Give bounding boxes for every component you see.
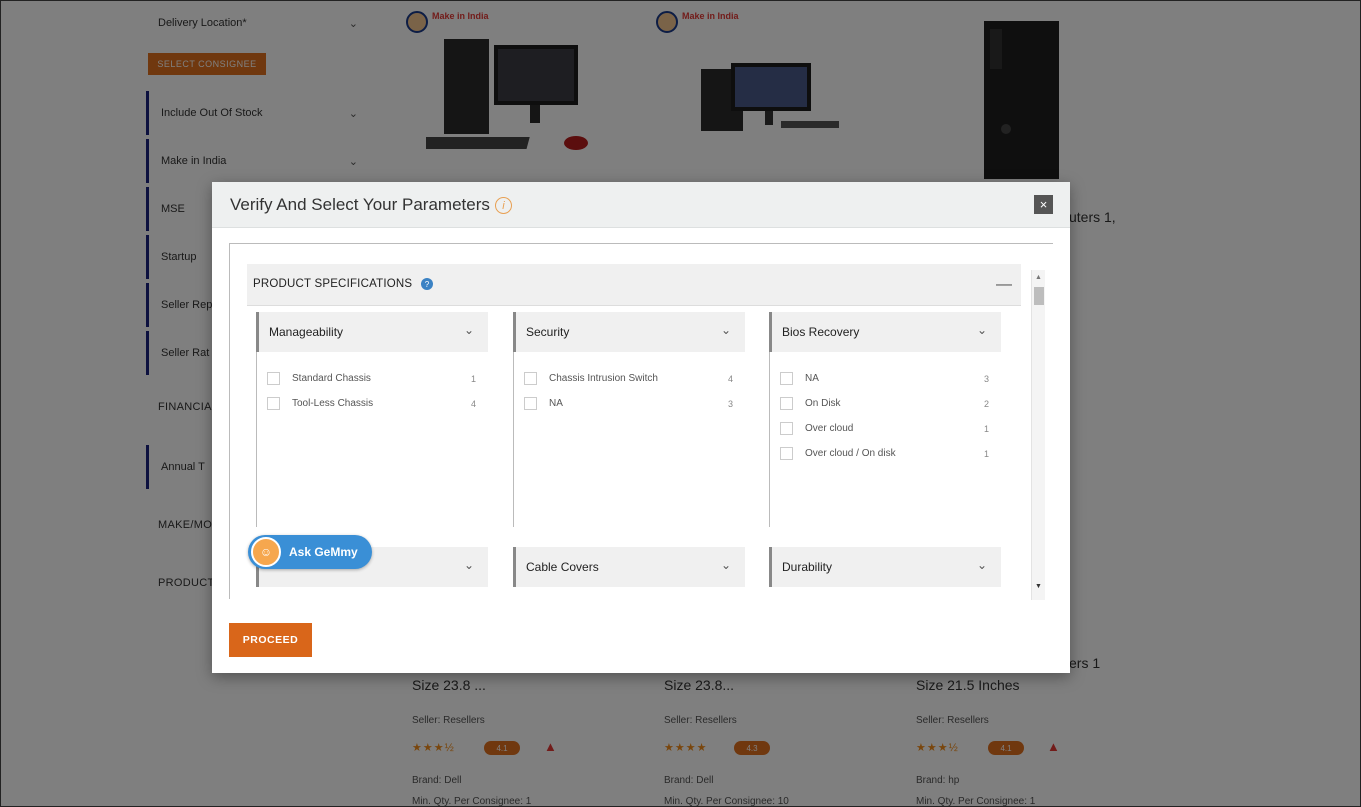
facet-title: Security — [526, 325, 570, 339]
facet-title: Bios Recovery — [782, 325, 860, 339]
option-label: Tool-Less Chassis — [292, 398, 374, 409]
chevron-down-icon: ⌄ — [720, 323, 731, 337]
option-label: Over cloud — [805, 423, 854, 434]
modal-title: Verify And Select Your Parameters — [230, 195, 490, 214]
option-count: 1 — [983, 448, 989, 459]
facet-header[interactable]: Manageability ⌄ — [256, 312, 488, 352]
facet-title: Cable Covers — [526, 560, 599, 574]
option-label: NA — [805, 373, 819, 384]
page-frame: Delivery Location* ⌄ Include Out Of Stoc… — [0, 0, 1361, 807]
help-icon[interactable]: ? — [421, 278, 433, 290]
checkbox[interactable] — [780, 372, 793, 385]
facet-cable-covers: Cable Covers ⌄ — [513, 547, 745, 587]
collapse-button[interactable]: — — [996, 276, 1012, 294]
scroll-down-arrow-icon[interactable]: ▼ — [1035, 583, 1042, 590]
facet-option[interactable]: Tool-Less Chassis 4 — [257, 391, 488, 416]
modal-header: Verify And Select Your Parameters i × — [212, 182, 1070, 228]
checkbox[interactable] — [524, 397, 537, 410]
option-label: Standard Chassis — [292, 373, 371, 384]
facet-manageability: Manageability ⌄ Standard Chassis 1 Tool-L… — [256, 312, 488, 527]
ask-gemmy-button[interactable]: ☺ Ask GeMmy — [248, 535, 372, 569]
checkbox[interactable] — [780, 397, 793, 410]
chevron-down-icon: ⌄ — [976, 558, 987, 572]
chevron-down-icon: ⌄ — [463, 323, 474, 337]
checkbox[interactable] — [267, 397, 280, 410]
option-count: 1 — [470, 373, 476, 384]
facet-option[interactable]: Chassis Intrusion Switch 4 — [514, 366, 745, 391]
chevron-down-icon: ⌄ — [463, 558, 474, 572]
option-count: 4 — [727, 373, 733, 384]
section-title: PRODUCT SPECIFICATIONS — [253, 278, 413, 290]
scroll-thumb[interactable] — [1034, 287, 1044, 305]
facet-title: Manageability — [269, 325, 344, 339]
option-count: 2 — [983, 398, 989, 409]
facet-option[interactable]: Standard Chassis 1 — [257, 366, 488, 391]
facet-security: Security ⌄ Chassis Intrusion Switch 4 NA 3 — [513, 312, 745, 527]
chevron-down-icon: ⌄ — [720, 558, 731, 572]
help-icon[interactable]: i — [495, 197, 512, 214]
option-count: 3 — [727, 398, 733, 409]
checkbox[interactable] — [267, 372, 280, 385]
product-specifications-header[interactable]: PRODUCT SPECIFICATIONS ? — — [247, 264, 1021, 306]
chevron-down-icon: ⌄ — [976, 323, 987, 337]
option-label: Chassis Intrusion Switch — [549, 373, 658, 384]
facet-option[interactable]: Over cloud / On disk 1 — [770, 441, 1001, 466]
option-label: NA — [549, 398, 563, 409]
facet-option[interactable]: NA 3 — [770, 366, 1001, 391]
facet-durability: Durability ⌄ — [769, 547, 1001, 587]
checkbox[interactable] — [780, 447, 793, 460]
facet-option[interactable]: Over cloud 1 — [770, 416, 1001, 441]
scrollbar[interactable]: ▲ ▼ — [1031, 270, 1045, 600]
checkbox[interactable] — [524, 372, 537, 385]
facet-option[interactable]: On Disk 2 — [770, 391, 1001, 416]
option-count: 1 — [983, 423, 989, 434]
facet-option[interactable]: NA 3 — [514, 391, 745, 416]
facet-bios-recovery: Bios Recovery ⌄ NA 3 On Disk 2 Over cloud 1… — [769, 312, 1001, 527]
proceed-button[interactable]: PROCEED — [229, 623, 312, 657]
option-label: Over cloud / On disk — [805, 448, 896, 459]
assistant-avatar-icon: ☺ — [251, 537, 281, 567]
scroll-up-arrow-icon[interactable]: ▲ — [1035, 274, 1042, 281]
facet-header[interactable]: Security ⌄ — [513, 312, 745, 352]
option-count: 4 — [470, 398, 476, 409]
assistant-label: Ask GeMmy — [289, 545, 358, 559]
close-button[interactable]: × — [1034, 195, 1053, 214]
facet-options: Chassis Intrusion Switch 4 NA 3 — [513, 352, 745, 527]
parameters-modal: Verify And Select Your Parameters i × PR… — [212, 182, 1070, 673]
facet-options: NA 3 On Disk 2 Over cloud 1 Over cloud / On… — [769, 352, 1001, 527]
facet-header[interactable]: Durability ⌄ — [769, 547, 1001, 587]
option-count: 3 — [983, 373, 989, 384]
facet-options: Standard Chassis 1 Tool-Less Chassis 4 — [256, 352, 488, 527]
facet-title: Durability — [782, 560, 833, 574]
facet-header[interactable]: Cable Covers ⌄ — [513, 547, 745, 587]
option-label: On Disk — [805, 398, 841, 409]
facet-header[interactable]: Bios Recovery ⌄ — [769, 312, 1001, 352]
checkbox[interactable] — [780, 422, 793, 435]
